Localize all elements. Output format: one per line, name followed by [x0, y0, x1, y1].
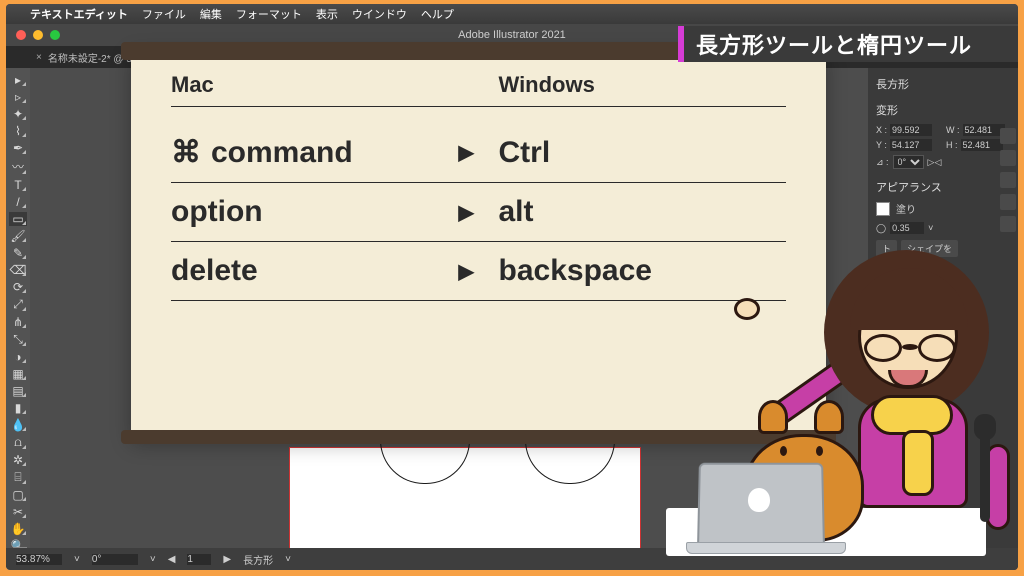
menu-format[interactable]: フォーマット: [236, 6, 302, 22]
y-label: Y :: [876, 140, 887, 150]
panel-tab-icon[interactable]: [1000, 172, 1016, 188]
graph-tool[interactable]: ⌸: [9, 470, 27, 485]
symbol-spray-tool[interactable]: ✲: [9, 453, 27, 467]
artboard-prev-icon[interactable]: ◀: [168, 554, 176, 565]
panel-tab-icon[interactable]: [1000, 128, 1016, 144]
appearance-section-title: アピアランス: [876, 179, 1010, 195]
hand-tool[interactable]: ✋: [9, 522, 27, 536]
rectangle-tool[interactable]: ▭: [9, 212, 27, 226]
artboard-index-field[interactable]: [187, 554, 211, 565]
win-key: alt: [499, 195, 787, 229]
arrow-icon: ▶: [459, 140, 499, 165]
scale-tool[interactable]: ⤢: [9, 297, 27, 312]
rotate-tool[interactable]: ⟳: [9, 280, 27, 294]
angle-label: ⊿ :: [876, 157, 889, 168]
menu-view[interactable]: 表示: [316, 6, 338, 22]
recolor-action[interactable]: クトを再配色: [876, 282, 942, 299]
selectall-action[interactable]: を一括選択: [876, 303, 933, 320]
shape-builder-tool[interactable]: ◑: [9, 350, 27, 364]
shape-section-title: 長方形: [876, 76, 1010, 92]
mac-key: ⌘command: [171, 135, 459, 170]
win-key: backspace: [499, 254, 787, 288]
flip-h-icon[interactable]: ▷◁: [928, 157, 942, 168]
status-bar: ˅ ˅ ◀ ▶ 長方形 ˅: [6, 548, 1018, 570]
mesh-tool[interactable]: ▤: [9, 384, 27, 398]
w-label: W :: [946, 125, 960, 135]
dropdown-icon[interactable]: ˅: [285, 554, 291, 565]
x-field[interactable]: [890, 124, 932, 136]
lecture-board: Mac Windows ⌘command▶Ctrloption▶altdelet…: [131, 48, 826, 438]
panel-tab-icon[interactable]: [1000, 194, 1016, 210]
menu-help[interactable]: ヘルプ: [421, 6, 454, 22]
shaper-tool[interactable]: ✎: [9, 246, 27, 260]
arrange-action[interactable]: 重ね順: [876, 261, 915, 278]
lesson-title-banner: 長方形ツールと楕円ツール: [678, 26, 1018, 62]
arrow-icon: ▶: [459, 200, 499, 225]
panel-tab-icon[interactable]: [1000, 216, 1016, 232]
menu-window[interactable]: ウインドウ: [352, 6, 407, 22]
perspective-tool[interactable]: ▦: [9, 367, 27, 381]
h-label: H :: [946, 140, 958, 150]
transform-section-title: 変形: [876, 102, 1010, 118]
properties-panel: 長方形 変形 X : W : Y : H : ⊿ : 0° ▷◁: [868, 68, 1018, 548]
angle-status-field[interactable]: [92, 554, 138, 565]
tab-close-icon[interactable]: ×: [36, 52, 42, 63]
fill-swatch-icon[interactable]: [876, 202, 890, 216]
keymap-row: delete▶backspace: [171, 242, 786, 301]
command-icon: ⌘: [171, 136, 201, 169]
w-field[interactable]: [963, 124, 1005, 136]
fill-label: 塗り: [896, 201, 916, 216]
tool-panel: ▸▹✦⌇✒〰T/▭🖌✎⌫⟳⤢⋔⤡◑▦▤▮💧⩍✲⌸▢✂✋🔍: [6, 68, 30, 548]
col-mac-header: Mac: [171, 72, 459, 98]
h-field[interactable]: [961, 139, 1003, 151]
y-field[interactable]: [890, 139, 932, 151]
ellipse-path-1[interactable]: [380, 440, 470, 484]
brush-tool[interactable]: 🖌: [9, 229, 27, 243]
win-key: Ctrl: [499, 136, 787, 170]
pen-tool[interactable]: ✒: [9, 141, 27, 155]
lasso-tool[interactable]: ⌇: [9, 124, 27, 138]
mac-menubar: テキストエディット ファイル 編集 フォーマット 表示 ウインドウ ヘルプ: [6, 4, 1018, 24]
effect-button[interactable]: ト: [876, 240, 897, 257]
zoom-dropdown-icon[interactable]: ˅: [74, 554, 80, 565]
angle-dropdown-icon[interactable]: ˅: [150, 554, 156, 565]
menu-edit[interactable]: 編集: [200, 6, 222, 22]
app-name[interactable]: テキストエディット: [30, 6, 128, 22]
blend-tool[interactable]: ⩍: [9, 435, 27, 450]
line-tool[interactable]: /: [9, 195, 27, 209]
lesson-title: 長方形ツールと楕円ツール: [696, 28, 972, 60]
keymap-row: option▶alt: [171, 183, 786, 242]
eraser-tool[interactable]: ⌫: [9, 263, 27, 277]
artboard-tool[interactable]: ▢: [9, 488, 27, 502]
slice-tool[interactable]: ✂: [9, 505, 27, 519]
col-win-header: Windows: [499, 72, 787, 98]
mac-key: option: [171, 195, 459, 229]
ellipse-path-2[interactable]: [525, 440, 615, 484]
keymap-row: ⌘command▶Ctrl: [171, 123, 786, 183]
width-tool[interactable]: ⋔: [9, 315, 27, 329]
arrow-icon: ▶: [459, 259, 499, 284]
type-tool[interactable]: T: [9, 178, 27, 192]
magic-wand-tool[interactable]: ✦: [9, 107, 27, 121]
free-transform-tool[interactable]: ⤡: [9, 332, 27, 347]
gradient-tool[interactable]: ▮: [9, 401, 27, 415]
menu-file[interactable]: ファイル: [142, 6, 186, 22]
artboard-next-icon[interactable]: ▶: [223, 554, 231, 565]
zoom-field[interactable]: [16, 554, 62, 565]
dropdown-icon[interactable]: ˅: [928, 223, 933, 233]
eyedropper-tool[interactable]: 💧: [9, 418, 27, 432]
curvature-tool[interactable]: 〰: [9, 158, 27, 175]
selection-tool[interactable]: ▸: [9, 73, 27, 87]
mac-key: delete: [171, 254, 459, 288]
angle-select[interactable]: 0°: [893, 155, 924, 169]
opacity-field[interactable]: [890, 222, 924, 234]
artboard-name-dropdown[interactable]: 長方形: [243, 552, 273, 567]
direct-select-tool[interactable]: ▹: [9, 90, 27, 104]
x-label: X :: [876, 125, 887, 135]
shape-button[interactable]: シェイプを: [901, 240, 958, 257]
opacity-icon: ◯: [876, 223, 886, 234]
panel-tab-icon[interactable]: [1000, 150, 1016, 166]
